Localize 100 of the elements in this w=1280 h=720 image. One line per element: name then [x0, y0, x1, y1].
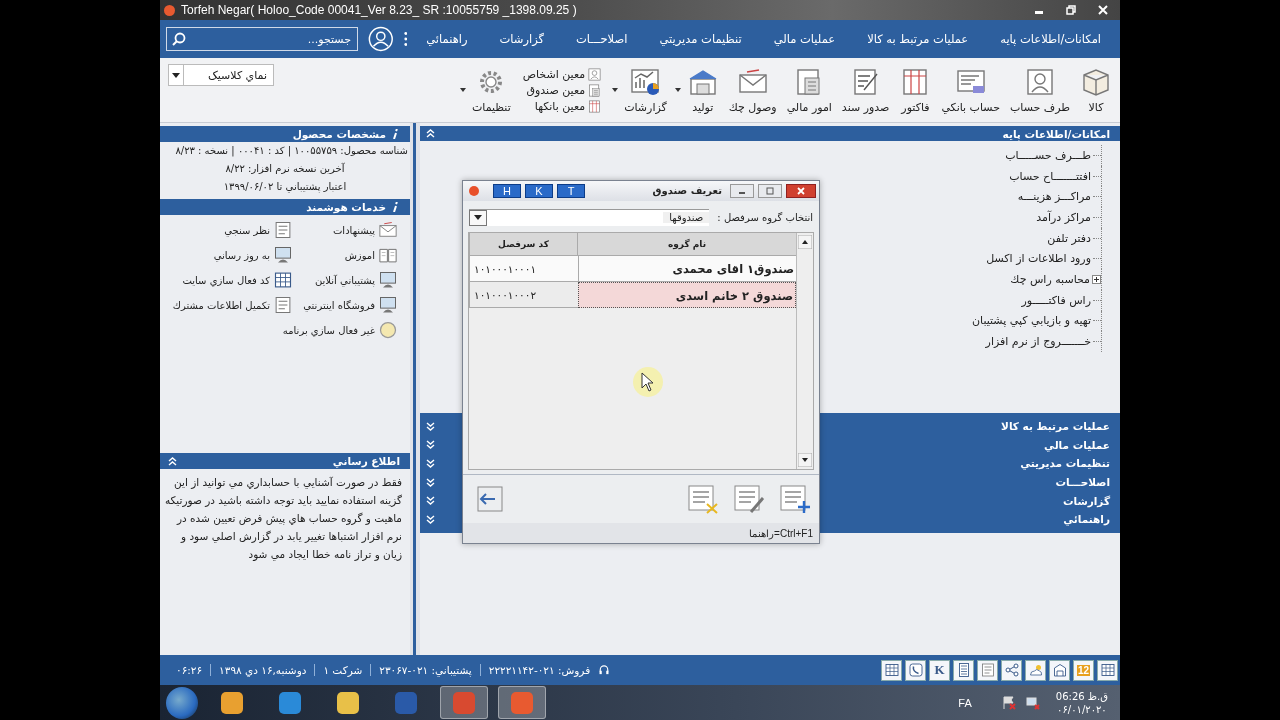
- status-tool-button[interactable]: K: [929, 659, 950, 681]
- toolbar-button[interactable]: طرف حساب: [1005, 64, 1074, 116]
- search-icon: [172, 32, 186, 46]
- menu-item[interactable]: تنظيمات مديريتي: [646, 32, 755, 46]
- language-indicator[interactable]: FA: [958, 696, 972, 709]
- status-tool-button[interactable]: [977, 659, 998, 681]
- service-link[interactable]: به روز رساني: [213, 245, 301, 265]
- service-link[interactable]: غير فعال سازي برنامه: [282, 320, 406, 340]
- expand-icon[interactable]: [426, 421, 435, 431]
- dropdown-caret-icon[interactable]: [612, 88, 619, 92]
- status-tool-button[interactable]: [1097, 659, 1118, 681]
- section-header[interactable]: تنظيمات مديريتي: [1020, 457, 1110, 470]
- collapse-icon[interactable]: [168, 456, 177, 466]
- menu-item[interactable]: عمليات مرتبط به کالا: [854, 32, 982, 46]
- expand-node-icon[interactable]: [1092, 274, 1101, 284]
- tree-item[interactable]: دفتر تلفن: [1047, 231, 1091, 245]
- toolbar-button[interactable]: معين اشخاص: [522, 66, 603, 82]
- table-cell[interactable]: صندوق ۲ خانم اسدی: [578, 281, 796, 308]
- toolbar-button[interactable]: گزارشات: [620, 64, 671, 116]
- status-text: فروش: ۰۲۱-۲۲۲۲۱۱۴۲: [479, 664, 591, 676]
- app-icon: [453, 691, 475, 714]
- add-button[interactable]: [779, 484, 811, 515]
- tree-item[interactable]: ورود اطلاعات از اكسل: [986, 252, 1091, 266]
- service-link[interactable]: کد فعال سازي سايت: [182, 270, 301, 290]
- edit-button[interactable]: [733, 484, 765, 515]
- expand-icon[interactable]: [426, 477, 435, 487]
- toolbar-button[interactable]: حساب بانکي: [937, 64, 1004, 116]
- close-button[interactable]: [786, 183, 816, 198]
- dialog-title: تعريف صندوق: [652, 185, 722, 197]
- menu-item[interactable]: گزارشات: [486, 32, 558, 46]
- start-button[interactable]: [166, 686, 198, 719]
- dropdown-caret-icon[interactable]: [459, 88, 466, 92]
- section-header[interactable]: گزارشات: [1062, 494, 1110, 507]
- tree-item[interactable]: مراكز درآمد: [1036, 210, 1091, 224]
- scroll-down-icon[interactable]: [798, 453, 812, 468]
- column-header[interactable]: کد سرفصل: [469, 232, 577, 256]
- tree-item[interactable]: طـــرف حســـــاب: [1005, 148, 1091, 162]
- expand-icon[interactable]: [426, 496, 435, 506]
- group-dropdown[interactable]: صندوقها: [469, 208, 710, 226]
- collapse-icon[interactable]: [426, 129, 435, 138]
- minimize-button[interactable]: [730, 183, 754, 198]
- tree-item[interactable]: افتتـــــــاح حساب: [1009, 169, 1091, 183]
- toolbar-button[interactable]: معين صندوق: [522, 82, 603, 98]
- tree-item[interactable]: تهيه و بازيابي كپي پشتيبان: [972, 314, 1091, 328]
- service-link[interactable]: فروشگاه اينترنتي: [303, 295, 406, 315]
- tree-item[interactable]: مراكـــز هزينـــه: [1017, 190, 1091, 204]
- expand-icon[interactable]: [426, 459, 435, 468]
- menu-item[interactable]: عمليات مالي: [760, 32, 849, 46]
- expand-icon[interactable]: [426, 514, 435, 524]
- status-tool-button[interactable]: [1049, 659, 1070, 681]
- tree-item[interactable]: خـــــــروج از نرم افزار: [985, 335, 1091, 349]
- section-header[interactable]: عمليات مالي: [1044, 438, 1110, 451]
- status-tool-button[interactable]: [1025, 659, 1046, 681]
- weather-icon: [1027, 662, 1044, 678]
- section-header[interactable]: راهنمائي: [1063, 513, 1110, 526]
- column-header[interactable]: نام گروه: [577, 232, 796, 256]
- scrollbar[interactable]: [796, 232, 813, 470]
- shortcut-button[interactable]: H: [493, 183, 521, 198]
- more-dots-icon[interactable]: [403, 30, 408, 48]
- view-dropdown[interactable]: نماي کلاسيک: [168, 64, 274, 86]
- section-header[interactable]: اصلاحـــات: [1055, 476, 1110, 489]
- menu-item[interactable]: اصلاحـــات: [563, 32, 641, 46]
- network-icon[interactable]: [1025, 695, 1040, 710]
- shortcut-button[interactable]: T: [557, 183, 585, 198]
- service-link[interactable]: پيشنهادات: [332, 220, 406, 240]
- flag-icon[interactable]: [1001, 695, 1016, 710]
- info-icon: [392, 129, 400, 139]
- service-link[interactable]: نظر سنجي: [224, 220, 301, 240]
- toolbar-button[interactable]: توليد: [682, 64, 723, 116]
- checklist-icon: [273, 220, 293, 240]
- service-link[interactable]: اموزش: [344, 245, 406, 265]
- toolbar-button[interactable]: صدور سند: [837, 64, 894, 116]
- service-link[interactable]: پشتيباني آنلاين: [314, 270, 406, 290]
- shortcut-button[interactable]: K: [525, 183, 553, 198]
- table-cell[interactable]: صندوق۱ اقای محمدی: [578, 255, 796, 282]
- status-tool-button[interactable]: [881, 659, 902, 681]
- user-avatar-icon[interactable]: [368, 25, 394, 53]
- toolbar-button[interactable]: کالا: [1076, 64, 1116, 116]
- toolbar-button[interactable]: تنظيمات: [467, 64, 515, 116]
- menu-item[interactable]: راهنمائي: [413, 32, 481, 46]
- dropdown-caret-icon[interactable]: [674, 88, 681, 92]
- toolbar-button[interactable]: فاکتور: [895, 64, 936, 116]
- splitter-handle[interactable]: [410, 123, 420, 655]
- status-tool-button[interactable]: [905, 659, 926, 681]
- status-tool-button[interactable]: [953, 659, 974, 681]
- table-cell[interactable]: ۱۰۱۰۰۰۱۰۰۰۱: [469, 255, 578, 282]
- tree-item[interactable]: محاسبه راس چك: [1010, 272, 1090, 286]
- expand-icon[interactable]: [426, 440, 435, 450]
- table-cell[interactable]: ۱۰۱۰۰۰۱۰۰۰۲: [469, 281, 578, 308]
- tree-item[interactable]: راس فاكتـــــور: [1021, 293, 1091, 307]
- toolbar-button[interactable]: امور مالي: [782, 64, 836, 116]
- toolbar-button[interactable]: معين بانکها: [522, 98, 603, 114]
- back-button[interactable]: [475, 485, 503, 514]
- menu-item[interactable]: امکانات/اطلاعات پايه: [987, 32, 1114, 46]
- status-tool-button[interactable]: [1001, 659, 1022, 681]
- scroll-up-icon[interactable]: [798, 234, 812, 249]
- search-field[interactable]: جستجو...: [166, 27, 358, 51]
- section-header[interactable]: عمليات مرتبط به کالا: [1001, 420, 1110, 433]
- toolbar-button[interactable]: وصول چك: [724, 64, 781, 116]
- service-link[interactable]: تکميل اطلاعات مشترك: [172, 295, 301, 315]
